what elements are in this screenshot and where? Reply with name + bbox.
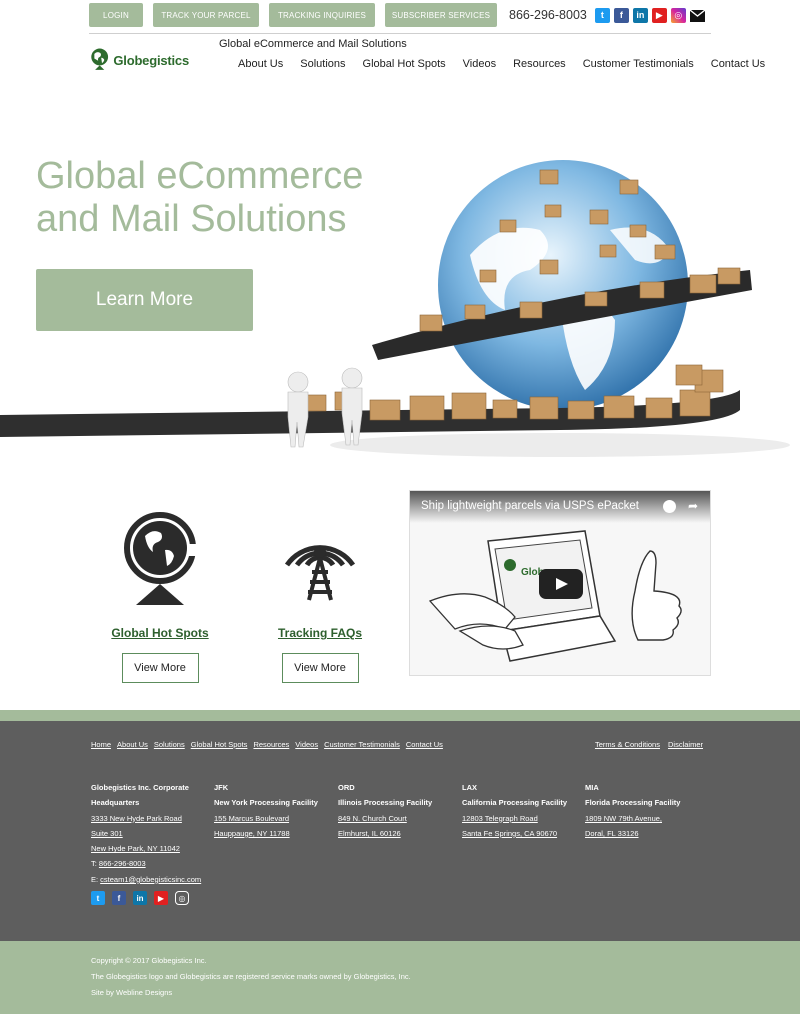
share-icon[interactable]: ➦ bbox=[688, 500, 698, 512]
footer: Home About Us Solutions Global Hot Spots… bbox=[0, 721, 800, 941]
location-code: ORD bbox=[338, 783, 355, 792]
instagram-icon[interactable]: ◎ bbox=[670, 7, 686, 23]
nav-customer-testimonials[interactable]: Customer Testimonials bbox=[583, 58, 694, 70]
tracking-inquiries-button[interactable]: TRACKING INQUIRIES bbox=[269, 3, 375, 27]
disclaimer-link[interactable]: Disclaimer bbox=[668, 740, 703, 749]
footer-accent-strip bbox=[0, 710, 800, 721]
logo-globe-icon bbox=[91, 48, 109, 70]
facebook-icon[interactable]: f bbox=[613, 7, 629, 23]
hq-title-line1: Globegistics Inc. Corporate bbox=[91, 783, 189, 792]
copyright-text: Copyright © 2017 Globegistics Inc. bbox=[91, 956, 207, 965]
hq-phone[interactable]: 866-296-8003 bbox=[99, 859, 146, 868]
location-code: MIA bbox=[585, 783, 599, 792]
hq-address-line3[interactable]: New Hyde Park, NY 11042 bbox=[91, 841, 209, 856]
feature-tracking-faqs: Tracking FAQs View More bbox=[240, 500, 400, 683]
hq-address-line2[interactable]: Suite 301 bbox=[91, 826, 209, 841]
video-title[interactable]: Ship lightweight parcels via USPS ePacke… bbox=[421, 500, 639, 512]
footer-nav-about-us[interactable]: About Us bbox=[117, 740, 148, 749]
feature-global-hot-spots: Global Hot Spots View More bbox=[80, 500, 240, 683]
nav-solutions[interactable]: Solutions bbox=[300, 58, 345, 70]
logo[interactable]: Globegistics bbox=[89, 42, 189, 78]
hq-phone-row: T: 866-296-8003 bbox=[91, 856, 209, 871]
nav-videos[interactable]: Videos bbox=[463, 58, 496, 70]
address-line2[interactable]: Hauppauge, NY 11788 bbox=[214, 826, 318, 841]
address-line1[interactable]: 155 Marcus Boulevard bbox=[214, 811, 318, 826]
footer-nav-global-hot-spots[interactable]: Global Hot Spots bbox=[191, 740, 248, 749]
global-hot-spots-view-more-button[interactable]: View More bbox=[121, 653, 199, 683]
youtube-icon[interactable]: ▶ bbox=[651, 7, 667, 23]
header-tagline: Global eCommerce and Mail Solutions bbox=[219, 38, 407, 50]
youtube-icon[interactable]: ▶ bbox=[154, 891, 168, 905]
footer-nav-resources[interactable]: Resources bbox=[253, 740, 289, 749]
footer-nav-contact-us[interactable]: Contact Us bbox=[406, 740, 443, 749]
address-line1[interactable]: 12803 Telegraph Road bbox=[462, 811, 567, 826]
facility-name: Illinois Processing Facility bbox=[338, 798, 433, 808]
nav-resources[interactable]: Resources bbox=[513, 58, 566, 70]
footer-nav-home[interactable]: Home bbox=[91, 740, 111, 749]
trademark-text: The Globegistics logo and Globegistics a… bbox=[91, 972, 411, 981]
footer-navigation: Home About Us Solutions Global Hot Spots… bbox=[91, 740, 449, 749]
footer-nav-videos[interactable]: Videos bbox=[295, 740, 318, 749]
address-line1[interactable]: 1809 NW 79th Avenue, bbox=[585, 811, 680, 826]
hq-email-row: E: csteam1@globegisticsinc.com bbox=[91, 872, 209, 887]
location-lax: LAX California Processing Facility 12803… bbox=[462, 780, 567, 841]
play-button[interactable] bbox=[539, 569, 583, 599]
phone-number[interactable]: 866-296-8003 bbox=[509, 8, 587, 22]
main-navigation: About Us Solutions Global Hot Spots Vide… bbox=[238, 58, 765, 70]
globe-icon bbox=[124, 512, 199, 605]
tracking-faqs-view-more-button[interactable]: View More bbox=[281, 653, 359, 683]
nav-about-us[interactable]: About Us bbox=[238, 58, 283, 70]
footer-social-links: t f in ▶ ◎ bbox=[91, 891, 196, 905]
facebook-icon[interactable]: f bbox=[112, 891, 126, 905]
footer-nav-solutions[interactable]: Solutions bbox=[154, 740, 185, 749]
twitter-icon[interactable]: t bbox=[91, 891, 105, 905]
logo-text: Globegistics bbox=[113, 52, 189, 68]
instagram-icon[interactable]: ◎ bbox=[175, 891, 189, 905]
terms-conditions-link[interactable]: Terms & Conditions bbox=[595, 740, 660, 749]
nav-contact-us[interactable]: Contact Us bbox=[711, 58, 765, 70]
tower-signal-icon bbox=[284, 545, 356, 601]
facility-name: Florida Processing Facility bbox=[585, 798, 681, 808]
login-button[interactable]: LOGIN bbox=[89, 3, 143, 27]
address-line2[interactable]: Santa Fe Springs, CA 90670 bbox=[462, 826, 567, 841]
site-credit-link[interactable]: Site by Webline Designs bbox=[91, 988, 172, 997]
footer-nav-customer-testimonials[interactable]: Customer Testimonials bbox=[324, 740, 400, 749]
footer-legal-links: Terms & Conditions Disclaimer bbox=[587, 740, 703, 749]
hq-phone-label: T: bbox=[91, 859, 99, 869]
video-player[interactable]: Ship lightweight parcels via USPS ePacke… bbox=[409, 490, 711, 676]
track-parcel-button[interactable]: TRACK YOUR PARCEL bbox=[153, 3, 259, 27]
facility-name: New York Processing Facility bbox=[214, 798, 318, 808]
tracking-faqs-link[interactable]: Tracking FAQs bbox=[240, 626, 400, 640]
facility-name: California Processing Facility bbox=[462, 798, 568, 808]
address-line2[interactable]: Doral, FL 33126 bbox=[585, 826, 680, 841]
watch-later-icon[interactable] bbox=[663, 500, 676, 513]
location-ord: ORD Illinois Processing Facility 849 N. … bbox=[338, 780, 432, 841]
hq-address-line1[interactable]: 3333 New Hyde Park Road bbox=[91, 811, 209, 826]
hero-headline: Global eCommerce and Mail Solutions bbox=[36, 155, 396, 241]
linkedin-icon[interactable]: in bbox=[632, 7, 648, 23]
nav-global-hot-spots[interactable]: Global Hot Spots bbox=[363, 58, 446, 70]
hq-email[interactable]: csteam1@globegisticsinc.com bbox=[100, 875, 201, 884]
twitter-icon[interactable]: t bbox=[594, 7, 610, 23]
utility-bar: LOGIN TRACK YOUR PARCEL TRACKING INQUIRI… bbox=[89, 3, 711, 27]
copyright-bar: Copyright © 2017 Globegistics Inc. The G… bbox=[0, 941, 800, 1014]
location-jfk: JFK New York Processing Facility 155 Mar… bbox=[214, 780, 318, 841]
learn-more-button[interactable]: Learn More bbox=[36, 269, 253, 331]
social-links: t f in ▶ ◎ bbox=[591, 7, 706, 23]
global-hot-spots-link[interactable]: Global Hot Spots bbox=[80, 626, 240, 640]
address-line1[interactable]: 849 N. Church Court bbox=[338, 811, 432, 826]
location-mia: MIA Florida Processing Facility 1809 NW … bbox=[585, 780, 680, 841]
header-divider bbox=[89, 33, 711, 34]
hq-email-label: E: bbox=[91, 874, 101, 884]
linkedin-icon[interactable]: in bbox=[133, 891, 147, 905]
location-headquarters: Globegistics Inc. Corporate Headquarters… bbox=[91, 780, 209, 887]
subscriber-services-button[interactable]: SUBSCRIBER SERVICES bbox=[385, 3, 497, 27]
hero-headline-line2: and Mail Solutions bbox=[36, 198, 347, 240]
hq-title-line2: Headquarters bbox=[91, 798, 140, 808]
email-icon[interactable] bbox=[689, 9, 706, 22]
location-code: LAX bbox=[462, 783, 477, 792]
address-line2[interactable]: Elmhurst, IL 60126 bbox=[338, 826, 432, 841]
location-code: JFK bbox=[214, 783, 229, 792]
hero-headline-line1: Global eCommerce bbox=[36, 155, 364, 197]
